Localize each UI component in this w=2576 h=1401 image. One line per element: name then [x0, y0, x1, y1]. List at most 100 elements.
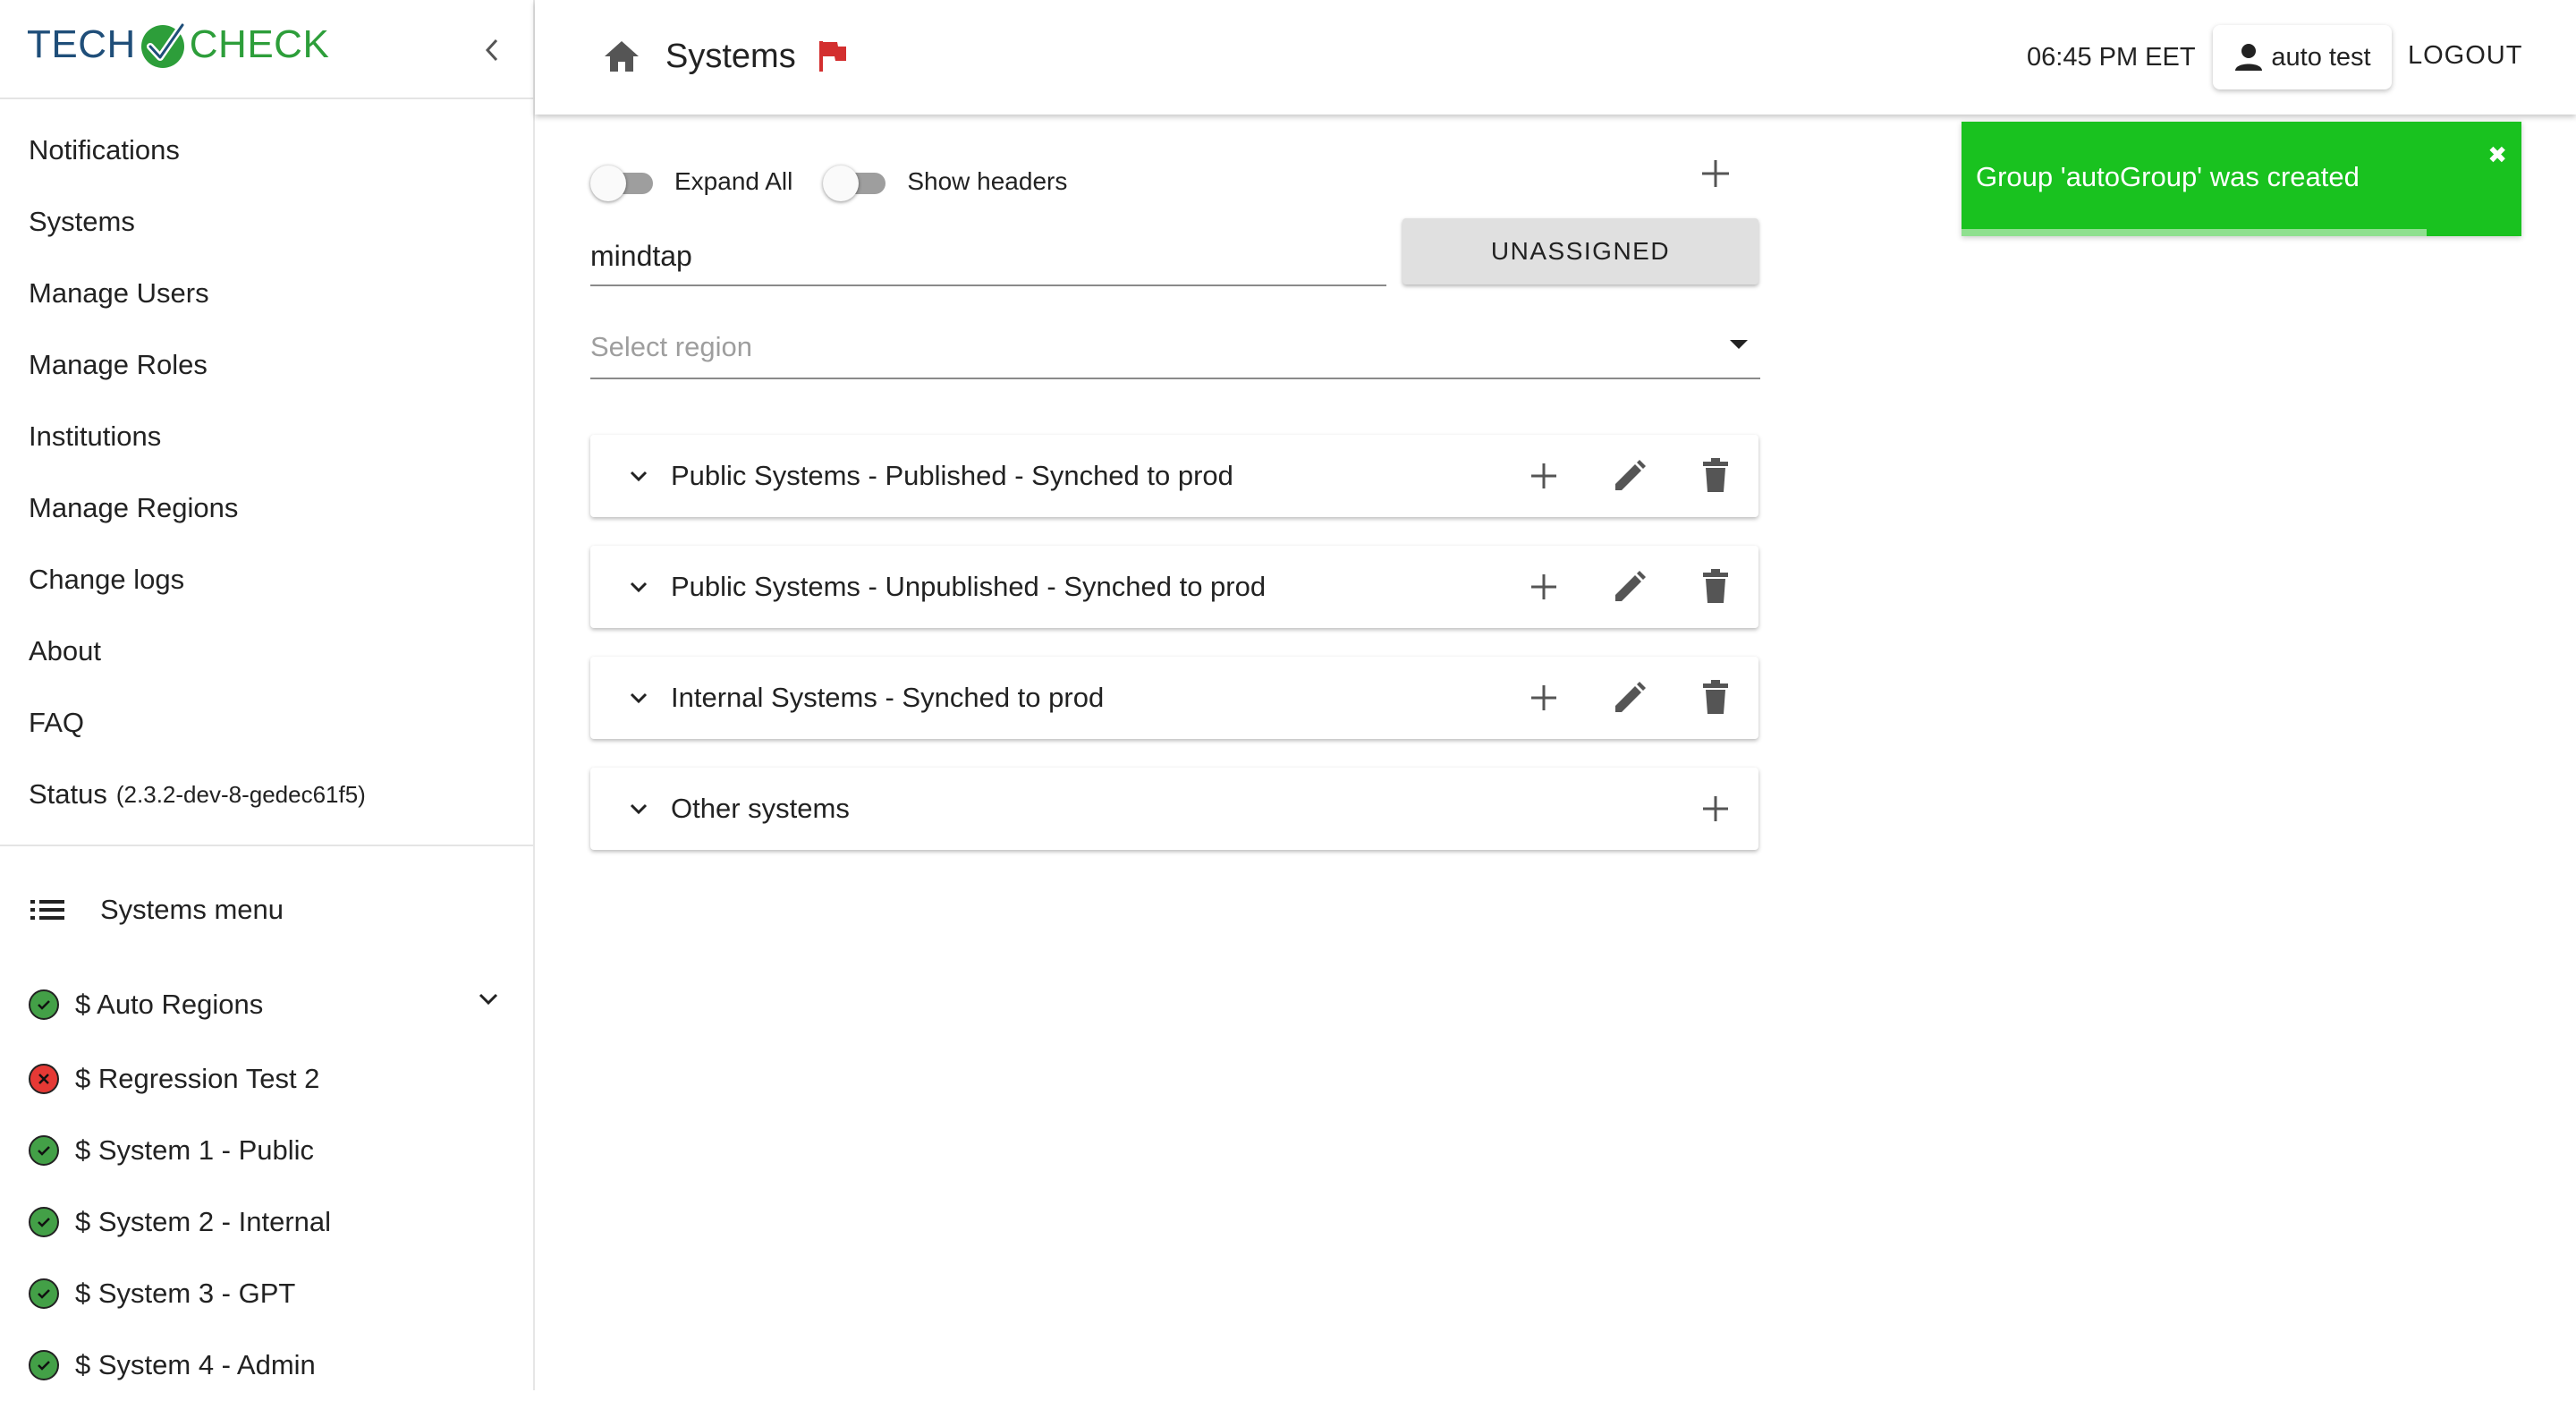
system-search-field[interactable]: [590, 224, 1386, 286]
status-ok-icon: [29, 1207, 59, 1237]
group-actions: [1673, 768, 1758, 850]
chevron-down-icon[interactable]: [626, 685, 651, 710]
group-actions: [1501, 657, 1758, 739]
collapse-sidebar-button[interactable]: [474, 32, 510, 68]
delete-group-button[interactable]: [1673, 546, 1758, 628]
close-icon[interactable]: ✖: [2487, 141, 2507, 169]
success-toast: Group 'autoGroup' was created ✖: [1962, 122, 2521, 236]
nav-item-manage-regions[interactable]: Manage Regions: [0, 472, 533, 544]
region-select[interactable]: Select region: [590, 317, 1760, 379]
edit-group-button[interactable]: [1587, 657, 1673, 739]
nav-label: FAQ: [29, 707, 85, 738]
pencil-icon: [1615, 682, 1646, 712]
home-icon[interactable]: [603, 39, 640, 73]
main-nav: Notifications Systems Manage Users Manag…: [0, 115, 533, 830]
main-content: Expand All Show headers UNASSIGNED Selec…: [535, 115, 2576, 1390]
plus-icon: [1531, 574, 1556, 599]
pencil-icon: [1615, 571, 1646, 601]
group-actions: [1501, 546, 1758, 628]
add-system-button[interactable]: [1501, 435, 1587, 517]
chevron-down-icon[interactable]: [476, 986, 501, 1011]
toggle-row: Expand All Show headers: [590, 159, 1097, 204]
logout-button[interactable]: LOGOUT: [2408, 41, 2522, 71]
nav-item-institutions[interactable]: Institutions: [0, 401, 533, 472]
logo-text-check: CHECK: [189, 22, 330, 66]
status-ok-icon: [29, 1135, 59, 1166]
status-error-icon: [29, 1064, 59, 1094]
user-menu-button[interactable]: auto test: [2213, 25, 2392, 89]
trash-icon: [1703, 458, 1728, 492]
status-label: Status: [29, 778, 107, 810]
region-select-placeholder: Select region: [590, 331, 752, 362]
nav-item-change-logs[interactable]: Change logs: [0, 544, 533, 616]
edit-group-button[interactable]: [1587, 546, 1673, 628]
status-ok-icon: [29, 1350, 59, 1380]
chevron-down-icon[interactable]: [626, 463, 651, 488]
system-item-system-4-admin[interactable]: $ System 4 - Admin: [0, 1329, 533, 1401]
logo-text-tech: TECH: [27, 22, 136, 66]
system-item-label: $ System 2 - Internal: [75, 1206, 332, 1237]
systems-menu: Systems menu $ Auto Regions $ Regression…: [0, 845, 533, 1401]
group-panel[interactable]: Public Systems - Unpublished - Synched t…: [590, 546, 1758, 628]
nav-label: Systems: [29, 206, 135, 237]
nav-label: Manage Regions: [29, 492, 239, 523]
group-title: Other systems: [671, 793, 850, 824]
show-headers-toggle[interactable]: [823, 164, 886, 201]
search-input[interactable]: [590, 224, 1386, 277]
system-item-regression-test-2[interactable]: $ Regression Test 2: [0, 1043, 533, 1115]
group-title: Public Systems - Published - Synched to …: [671, 460, 1233, 491]
add-system-button[interactable]: [1501, 657, 1587, 739]
delete-group-button[interactable]: [1673, 657, 1758, 739]
status-ok-icon: [29, 989, 59, 1020]
brand-bar: TECH CHECK: [0, 0, 535, 99]
group-panel[interactable]: Internal Systems - Synched to prod: [590, 657, 1758, 739]
trash-icon: [1703, 569, 1728, 603]
system-item-system-2-internal[interactable]: $ System 2 - Internal: [0, 1186, 533, 1258]
nav-item-about[interactable]: About: [0, 616, 533, 687]
delete-group-button[interactable]: [1673, 435, 1758, 517]
systems-menu-header: Systems menu: [0, 846, 533, 966]
system-item-auto-regions[interactable]: $ Auto Regions: [0, 966, 533, 1043]
group-panel[interactable]: Other systems: [590, 768, 1758, 850]
nav-label: Notifications: [29, 134, 180, 166]
chevron-down-icon[interactable]: [626, 796, 651, 821]
nav-item-status[interactable]: Status (2.3.2-dev-8-gedec61f5): [0, 759, 533, 830]
group-actions: [1501, 435, 1758, 517]
systems-menu-title: Systems menu: [100, 894, 284, 925]
add-system-button[interactable]: [1673, 768, 1758, 850]
chevron-left-icon: [485, 38, 498, 62]
nav-label: Manage Roles: [29, 349, 208, 380]
system-item-label: $ Auto Regions: [75, 989, 264, 1020]
system-item-system-3-gpt[interactable]: $ System 3 - GPT: [0, 1258, 533, 1329]
flag-icon[interactable]: [818, 39, 848, 73]
group-title: Public Systems - Unpublished - Synched t…: [671, 571, 1267, 602]
clock-time: 06:45 PM EET: [2027, 43, 2196, 72]
unassigned-button[interactable]: UNASSIGNED: [1402, 218, 1758, 284]
system-item-label: $ System 1 - Public: [75, 1134, 315, 1166]
expand-all-toggle[interactable]: [590, 164, 653, 201]
nav-label: Change logs: [29, 564, 185, 595]
system-item-label: $ System 4 - Admin: [75, 1349, 316, 1380]
techcheck-logo[interactable]: TECH CHECK: [27, 18, 329, 72]
status-version: (2.3.2-dev-8-gedec61f5): [115, 780, 366, 808]
top-header: Systems 06:45 PM EET auto test LOGOUT: [535, 0, 2576, 115]
nav-item-systems[interactable]: Systems: [0, 186, 533, 258]
group-panel[interactable]: Public Systems - Published - Synched to …: [590, 435, 1758, 517]
chevron-down-icon[interactable]: [626, 574, 651, 599]
caret-down-icon: [1730, 340, 1748, 349]
nav-label: About: [29, 635, 102, 667]
pencil-icon: [1615, 460, 1646, 490]
checkmark-logo-icon: [140, 21, 186, 68]
expand-all-label: Expand All: [674, 167, 793, 195]
add-group-icon[interactable]: [1698, 156, 1733, 191]
system-item-system-1-public[interactable]: $ System 1 - Public: [0, 1115, 533, 1186]
edit-group-button[interactable]: [1587, 435, 1673, 517]
system-item-label: $ System 3 - GPT: [75, 1278, 296, 1309]
nav-item-notifications[interactable]: Notifications: [0, 115, 533, 186]
nav-label: Manage Users: [29, 277, 209, 309]
add-system-button[interactable]: [1501, 546, 1587, 628]
nav-item-manage-roles[interactable]: Manage Roles: [0, 329, 533, 401]
nav-item-manage-users[interactable]: Manage Users: [0, 258, 533, 329]
nav-item-faq[interactable]: FAQ: [0, 687, 533, 759]
system-item-label: $ Regression Test 2: [75, 1063, 320, 1094]
